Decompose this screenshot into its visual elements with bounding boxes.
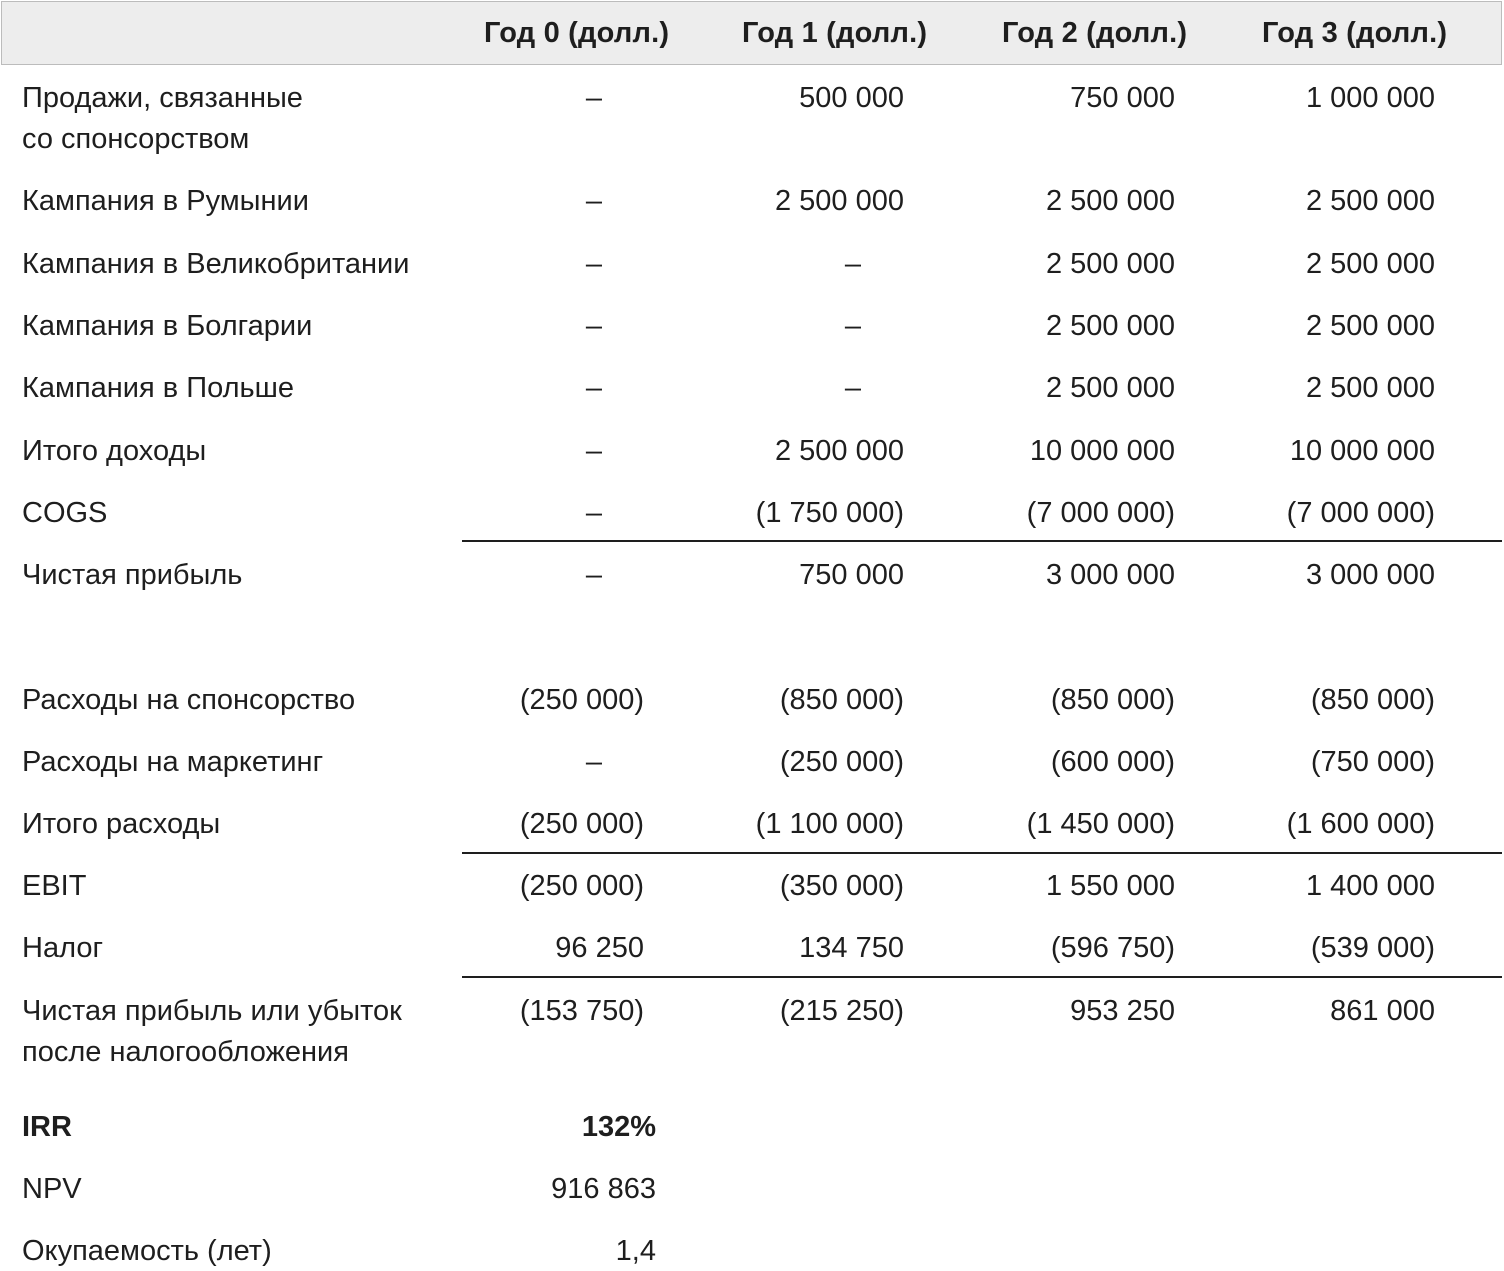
cell-year-3: (750 000): [1310, 746, 1435, 778]
cell-year-1: (350 000): [779, 870, 904, 902]
cell-year-1: 2 500 000: [774, 435, 904, 467]
cell-year-3: (850 000): [1310, 684, 1435, 716]
cell-year-2: 953 250: [1070, 995, 1175, 1027]
cell-year-1: (250 000): [779, 746, 904, 778]
row-label: Итого доходы: [22, 435, 207, 467]
row-label: EBIT: [22, 870, 87, 902]
summary-value: 132%: [581, 1111, 656, 1143]
cell-year-1: 750 000: [799, 559, 904, 591]
cell-year-1: –: [844, 372, 862, 404]
row-label: Кампания в Польше: [22, 372, 294, 404]
header-year-3: Год 3 (долл.): [1262, 17, 1448, 49]
cell-year-2: 2 500 000: [1045, 310, 1175, 342]
cell-year-1: (850 000): [779, 684, 904, 716]
subtotal-rule: [462, 976, 1502, 978]
cell-year-0: –: [585, 310, 603, 342]
cell-year-3: (7 000 000): [1286, 497, 1435, 529]
cell-year-3: (539 000): [1310, 932, 1435, 964]
summary-label: NPV: [22, 1173, 82, 1205]
row-label: Итого расходы: [22, 808, 221, 840]
cell-year-3: 10 000 000: [1289, 435, 1435, 467]
cell-year-3: 2 500 000: [1305, 372, 1435, 404]
cell-year-1: (215 250): [779, 995, 904, 1027]
cell-year-0: –: [585, 435, 603, 467]
header-year-0: Год 0 (долл.): [484, 17, 670, 49]
cell-year-1: –: [844, 310, 862, 342]
cell-year-1: 134 750: [799, 932, 904, 964]
row-label: Кампания в Болгарии: [22, 310, 313, 342]
cell-year-1: (1 100 000): [755, 808, 904, 840]
row-label-continued: после налогообложения: [22, 1036, 349, 1068]
cell-year-2: (7 000 000): [1026, 497, 1175, 529]
cell-year-2: 2 500 000: [1045, 372, 1175, 404]
row-label: Налог: [22, 932, 104, 964]
cell-year-0: –: [585, 372, 603, 404]
summary-value: 1,4: [615, 1235, 656, 1267]
cell-year-3: 1 400 000: [1305, 870, 1435, 902]
cell-year-0: –: [585, 497, 603, 529]
row-label: Расходы на спонсорство: [22, 684, 356, 716]
cell-year-0: (250 000): [519, 808, 644, 840]
cell-year-0: –: [585, 559, 603, 591]
cell-year-3: 2 500 000: [1305, 310, 1435, 342]
cell-year-0: 96 250: [555, 932, 644, 964]
cell-year-2: 10 000 000: [1029, 435, 1175, 467]
row-label: Кампания в Великобритании: [22, 248, 410, 280]
cell-year-3: 861 000: [1330, 995, 1435, 1027]
cell-year-0: –: [585, 185, 603, 217]
row-label: Чистая прибыль или убыток: [22, 995, 402, 1027]
summary-value: 916 863: [551, 1173, 656, 1205]
cell-year-3: 3 000 000: [1305, 559, 1435, 591]
cell-year-0: –: [585, 248, 603, 280]
row-label: Расходы на маркетинг: [22, 746, 324, 778]
cell-year-0: (153 750): [519, 995, 644, 1027]
cell-year-0: (250 000): [519, 870, 644, 902]
cell-year-3: 1 000 000: [1305, 82, 1435, 114]
row-label: Продажи, связанные: [22, 82, 303, 114]
cell-year-3: (1 600 000): [1286, 808, 1435, 840]
header-year-1: Год 1 (долл.): [742, 17, 928, 49]
financial-table: Год 0 (долл.) Год 1 (долл.) Год 2 (долл.…: [0, 0, 1504, 1270]
cell-year-2: 2 500 000: [1045, 248, 1175, 280]
cell-year-0: (250 000): [519, 684, 644, 716]
cell-year-2: (596 750): [1050, 932, 1175, 964]
cell-year-0: –: [585, 746, 603, 778]
summary-label: Окупаемость (лет): [22, 1235, 272, 1267]
subtotal-rule: [462, 540, 1502, 542]
row-label-continued: со спонсорством: [22, 123, 250, 155]
row-label: COGS: [22, 497, 108, 529]
cell-year-2: 1 550 000: [1045, 870, 1175, 902]
row-label: Чистая прибыль: [22, 559, 243, 591]
header-year-2: Год 2 (долл.): [1002, 17, 1188, 49]
cell-year-2: (850 000): [1050, 684, 1175, 716]
cell-year-3: 2 500 000: [1305, 248, 1435, 280]
cell-year-1: (1 750 000): [755, 497, 904, 529]
subtotal-rule: [462, 852, 1502, 854]
cell-year-2: (1 450 000): [1026, 808, 1175, 840]
cell-year-2: 3 000 000: [1045, 559, 1175, 591]
cell-year-2: 2 500 000: [1045, 185, 1175, 217]
cell-year-1: 2 500 000: [774, 185, 904, 217]
cell-year-2: 750 000: [1070, 82, 1175, 114]
cell-year-3: 2 500 000: [1305, 185, 1435, 217]
summary-label: IRR: [22, 1111, 72, 1143]
cell-year-0: –: [585, 82, 603, 114]
row-label: Кампания в Румынии: [22, 185, 309, 217]
cell-year-2: (600 000): [1050, 746, 1175, 778]
cell-year-1: 500 000: [799, 82, 904, 114]
cell-year-1: –: [844, 248, 862, 280]
